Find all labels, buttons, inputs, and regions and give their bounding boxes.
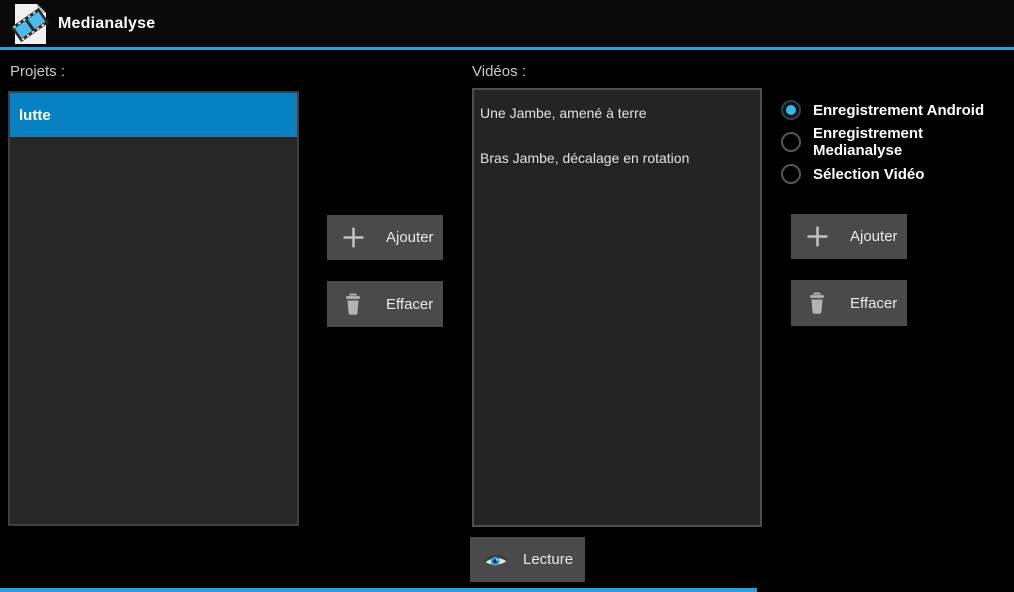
add-project-label: Ajouter: [386, 229, 434, 246]
radio-selection-video[interactable]: Sélection Vidéo: [781, 158, 1014, 190]
projects-label: Projets :: [10, 63, 65, 80]
radio-enregistrement-medianalyse[interactable]: Enregistrement Medianalyse: [781, 126, 1014, 158]
eye-icon: [483, 547, 509, 573]
play-label: Lecture: [523, 551, 573, 568]
radio-icon[interactable]: [781, 132, 801, 152]
delete-video-label: Effacer: [850, 295, 897, 312]
bottom-accent-strip: [0, 588, 757, 592]
trash-icon: [804, 290, 830, 316]
radio-icon[interactable]: [781, 100, 801, 120]
project-list-item[interactable]: lutte: [10, 93, 297, 137]
project-item-label: lutte: [19, 107, 51, 124]
radio-label: Enregistrement Android: [813, 102, 984, 119]
radio-label: Sélection Vidéo: [813, 166, 924, 183]
video-item-label: Une Jambe, amené à terre: [480, 105, 647, 121]
delete-video-button[interactable]: Effacer: [791, 280, 907, 326]
source-radio-group: Enregistrement Android Enregistrement Me…: [781, 94, 1014, 190]
action-bar: Medianalyse: [0, 0, 1014, 47]
radio-label: Enregistrement Medianalyse: [813, 125, 1014, 159]
trash-icon: [340, 291, 366, 317]
page-title: Medianalyse: [58, 15, 155, 33]
videos-list[interactable]: Une Jambe, amené à terre Bras Jambe, déc…: [472, 88, 762, 527]
radio-icon[interactable]: [781, 164, 801, 184]
video-list-item[interactable]: Une Jambe, amené à terre: [474, 90, 760, 135]
plus-icon: [340, 225, 366, 251]
video-item-label: Bras Jambe, décalage en rotation: [480, 150, 689, 166]
videos-label: Vidéos :: [472, 63, 526, 80]
plus-icon: [804, 224, 830, 250]
play-button[interactable]: Lecture: [470, 537, 585, 582]
app-logo-icon: [10, 3, 50, 45]
add-video-label: Ajouter: [850, 228, 898, 245]
radio-enregistrement-android[interactable]: Enregistrement Android: [781, 94, 1014, 126]
delete-project-button[interactable]: Effacer: [327, 281, 443, 327]
delete-project-label: Effacer: [386, 296, 433, 313]
video-list-item[interactable]: Bras Jambe, décalage en rotation: [474, 135, 760, 180]
add-project-button[interactable]: Ajouter: [327, 215, 443, 260]
actionbar-accent-line: [0, 47, 1014, 50]
projects-list[interactable]: lutte: [8, 91, 299, 526]
add-video-button[interactable]: Ajouter: [791, 214, 907, 259]
